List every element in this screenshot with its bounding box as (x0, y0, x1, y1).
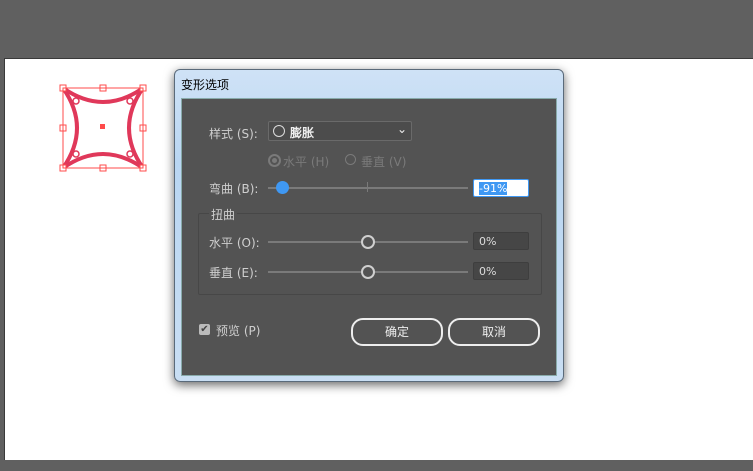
distort-horizontal-input[interactable]: 0% (473, 232, 529, 250)
radio-vertical-label: 垂直 (V) (361, 155, 407, 169)
distort-vertical-label: 垂直 (E): (209, 266, 258, 280)
circle-icon (273, 125, 285, 137)
warped-star-shape[interactable] (58, 80, 153, 175)
bend-input[interactable]: -91% (473, 179, 529, 197)
radio-vertical[interactable] (345, 154, 356, 165)
style-label: 样式 (S): (209, 127, 258, 141)
bend-center-tick (367, 182, 368, 192)
bend-label: 弯曲 (B): (209, 182, 259, 196)
distort-horizontal-knob[interactable] (361, 235, 375, 249)
distortion-group (198, 213, 542, 295)
distort-horizontal-label: 水平 (O): (209, 236, 260, 250)
style-dropdown[interactable]: 膨胀 ⌄ (268, 121, 412, 141)
radio-horizontal-label: 水平 (H) (283, 155, 330, 169)
distort-vertical-input[interactable]: 0% (473, 262, 529, 280)
distort-vertical-knob[interactable] (361, 265, 375, 279)
warp-options-dialog: 变形选项 样式 (S): 膨胀 ⌄ 水平 (H) 垂直 (V) 弯曲 (B): … (174, 69, 564, 382)
dialog-body: 样式 (S): 膨胀 ⌄ 水平 (H) 垂直 (V) 弯曲 (B): -91% … (181, 98, 557, 376)
bend-slider[interactable] (268, 187, 468, 189)
chevron-down-icon: ⌄ (396, 122, 407, 136)
dialog-title: 变形选项 (181, 78, 230, 92)
preview-checkbox[interactable]: ✔ (199, 324, 210, 335)
radio-horizontal[interactable] (268, 154, 281, 167)
style-value: 膨胀 (290, 126, 315, 140)
ok-button[interactable]: 确定 (351, 318, 443, 346)
cancel-button[interactable]: 取消 (448, 318, 540, 346)
bend-slider-knob[interactable] (276, 181, 289, 194)
distortion-group-label: 扭曲 (209, 206, 238, 223)
preview-label: 预览 (P) (216, 324, 261, 338)
